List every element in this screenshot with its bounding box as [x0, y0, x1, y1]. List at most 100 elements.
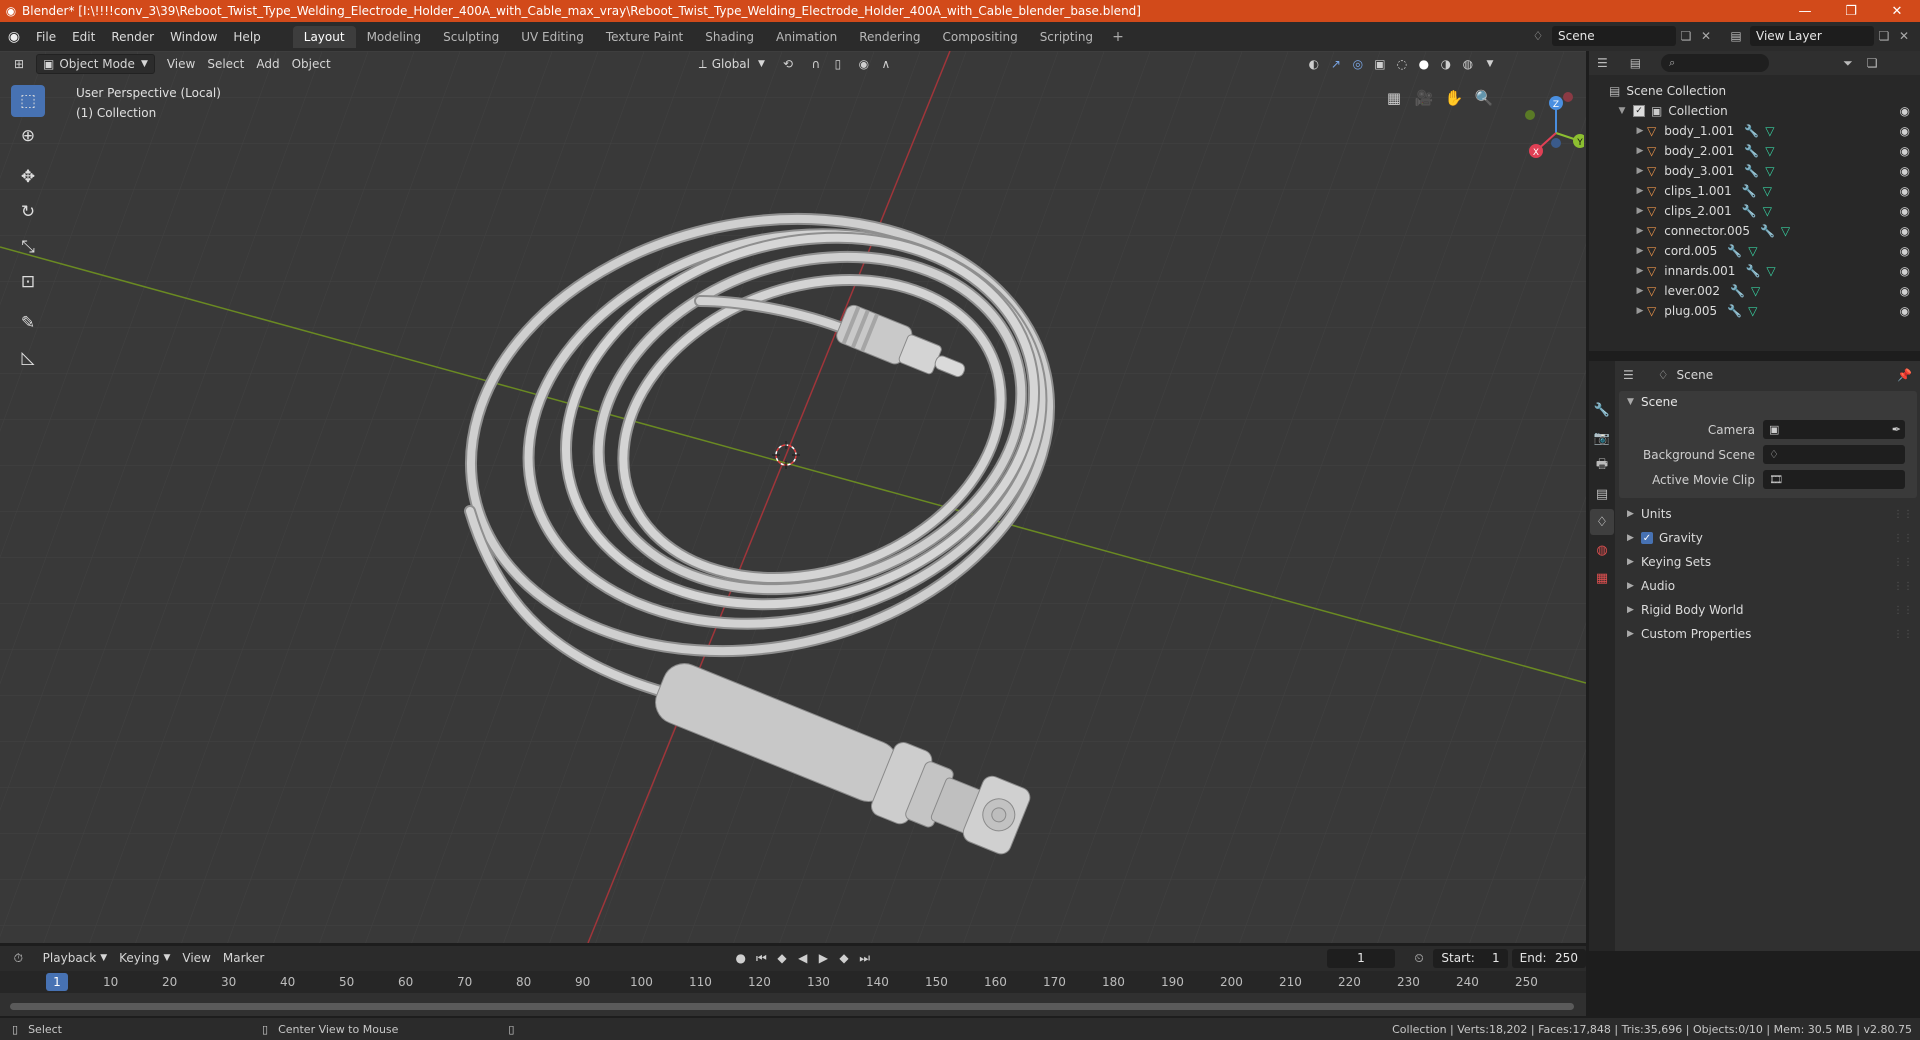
restore-button[interactable]: ❐: [1828, 0, 1874, 22]
scene-tab-icon[interactable]: ♢: [1590, 509, 1614, 535]
list-item[interactable]: ▶ ▽ connector.005 🔧 ▽ ◉: [1589, 221, 1920, 241]
add-workspace-button[interactable]: +: [1104, 29, 1132, 45]
gravity-checkbox[interactable]: ✓: [1641, 532, 1653, 544]
drag-grip-icon[interactable]: ⋮⋮: [1893, 605, 1913, 616]
keying-sets-panel[interactable]: ▶ Keying Sets ⋮⋮: [1619, 550, 1917, 574]
tab-texture-paint[interactable]: Texture Paint: [595, 26, 694, 48]
minimize-button[interactable]: —: [1782, 0, 1828, 22]
drag-grip-icon[interactable]: ⋮⋮: [1893, 557, 1913, 568]
mesh-data-icon[interactable]: ▽: [1765, 164, 1774, 178]
list-item[interactable]: ▶ ▽ body_3.001 🔧 ▽ ◉: [1589, 161, 1920, 181]
snap-magnet-icon[interactable]: ∩: [805, 54, 827, 74]
mesh-data-icon[interactable]: ▽: [1765, 124, 1774, 138]
jump-end-icon[interactable]: ⏭: [854, 948, 875, 968]
measure-tool-icon[interactable]: ◺: [11, 342, 45, 374]
select-box-tool-icon[interactable]: ⬚: [11, 85, 45, 117]
outliner-search-input[interactable]: ⌕: [1661, 54, 1770, 72]
expand-arrow-icon[interactable]: ▶: [1633, 146, 1647, 156]
mesh-data-icon[interactable]: ▽: [1763, 184, 1772, 198]
scene-icon[interactable]: ♢: [1524, 29, 1552, 43]
viewport-menu-view[interactable]: View: [161, 54, 201, 74]
list-item[interactable]: ▶ ▽ innards.001 🔧 ▽ ◉: [1589, 261, 1920, 281]
timeline-scrollbar[interactable]: [10, 1003, 1574, 1010]
mesh-data-icon[interactable]: ▽: [1765, 144, 1774, 158]
eye-icon[interactable]: ◉: [1900, 164, 1910, 178]
properties-editor-type-icon[interactable]: ☰: [1623, 368, 1634, 382]
xray-toggle-icon[interactable]: ▣: [1369, 54, 1391, 74]
eye-icon[interactable]: ◉: [1900, 244, 1910, 258]
drag-grip-icon[interactable]: ⋮⋮: [1893, 581, 1913, 592]
eye-icon[interactable]: ◉: [1900, 304, 1910, 318]
tab-scripting[interactable]: Scripting: [1029, 26, 1104, 48]
camera-view-icon[interactable]: 🎥: [1410, 84, 1438, 112]
menu-window[interactable]: Window: [162, 30, 225, 44]
material-shading-icon[interactable]: ◑: [1435, 54, 1457, 74]
timeline-view-menu[interactable]: View: [176, 948, 216, 968]
list-item[interactable]: ▶ ▽ cord.005 🔧 ▽ ◉: [1589, 241, 1920, 261]
scene-remove-icon[interactable]: ✕: [1696, 29, 1716, 43]
expand-arrow-icon[interactable]: ▼: [1615, 106, 1629, 116]
filter-icon[interactable]: ⏷: [1843, 56, 1853, 71]
gizmo-toggle-icon[interactable]: ↗: [1325, 54, 1347, 74]
view-layer-icon[interactable]: ▤: [1722, 29, 1750, 43]
collection-row[interactable]: ▼ ✓ ▣ Collection ◉: [1589, 101, 1920, 121]
zoom-icon[interactable]: 🔍: [1470, 84, 1498, 112]
start-frame-field[interactable]: Start: 1: [1433, 948, 1508, 968]
pivot-point-icon[interactable]: ⟲: [777, 54, 799, 74]
end-frame-field[interactable]: End: 250: [1511, 948, 1586, 968]
tab-uv-editing[interactable]: UV Editing: [510, 26, 595, 48]
keying-menu[interactable]: Keying ▼: [113, 948, 176, 968]
modifier-wrench-icon[interactable]: 🔧: [1742, 184, 1757, 198]
mesh-data-icon[interactable]: ▽: [1763, 204, 1772, 218]
play-reverse-icon[interactable]: ◀: [792, 948, 813, 968]
drag-grip-icon[interactable]: ⋮⋮: [1893, 509, 1913, 520]
move-tool-icon[interactable]: ✥: [11, 161, 45, 193]
playback-menu[interactable]: Playback ▼: [37, 948, 113, 968]
scene-panel-header[interactable]: ▼ Scene: [1619, 391, 1917, 413]
world-tab-icon[interactable]: ◍: [1590, 537, 1614, 563]
tab-sculpting[interactable]: Sculpting: [432, 26, 510, 48]
tab-modeling[interactable]: Modeling: [356, 26, 433, 48]
view-layer-new-icon[interactable]: ❏: [1874, 29, 1894, 43]
record-icon[interactable]: ●: [730, 948, 751, 968]
wireframe-shading-icon[interactable]: ◌: [1391, 54, 1413, 74]
proportional-editing-icon[interactable]: ◉: [853, 54, 875, 74]
tab-layout[interactable]: Layout: [292, 25, 356, 48]
tab-rendering[interactable]: Rendering: [848, 26, 931, 48]
eye-icon[interactable]: ◉: [1900, 224, 1910, 238]
eye-icon[interactable]: ◉: [1900, 144, 1910, 158]
list-item[interactable]: ▶ ▽ plug.005 🔧 ▽ ◉: [1589, 301, 1920, 321]
pan-hand-icon[interactable]: ✋: [1440, 84, 1468, 112]
tab-shading[interactable]: Shading: [694, 26, 765, 48]
expand-arrow-icon[interactable]: ▶: [1633, 226, 1647, 236]
outliner-editor-type-icon[interactable]: ☰: [1597, 56, 1608, 70]
eye-icon[interactable]: ◉: [1900, 184, 1910, 198]
audio-panel[interactable]: ▶ Audio ⋮⋮: [1619, 574, 1917, 598]
tab-compositing[interactable]: Compositing: [931, 26, 1028, 48]
view-layer-remove-icon[interactable]: ✕: [1894, 29, 1914, 43]
eye-icon[interactable]: ◉: [1900, 124, 1910, 138]
active-movie-clip-field[interactable]: 🎞: [1763, 470, 1905, 489]
modifier-wrench-icon[interactable]: 🔧: [1744, 124, 1759, 138]
eye-icon[interactable]: ◉: [1900, 264, 1910, 278]
mesh-data-icon[interactable]: ▽: [1751, 284, 1760, 298]
menu-help[interactable]: Help: [225, 30, 268, 44]
expand-arrow-icon[interactable]: ▶: [1633, 246, 1647, 256]
expand-arrow-icon[interactable]: ▶: [1633, 186, 1647, 196]
eye-icon[interactable]: ◉: [1900, 104, 1910, 118]
texture-tab-icon[interactable]: ▦: [1590, 565, 1614, 591]
current-frame-indicator[interactable]: 1: [46, 973, 68, 991]
eye-icon[interactable]: ◉: [1900, 204, 1910, 218]
drag-grip-icon[interactable]: ⋮⋮: [1893, 629, 1913, 640]
transform-tool-icon[interactable]: ⊡: [11, 266, 45, 298]
scene-collection-row[interactable]: ▤ Scene Collection: [1589, 81, 1920, 101]
tool-tab-icon[interactable]: 🔧: [1590, 397, 1614, 423]
eyedropper-icon[interactable]: ✒: [1892, 423, 1901, 436]
viewport-menu-add[interactable]: Add: [250, 54, 285, 74]
units-panel[interactable]: ▶ Units ⋮⋮: [1619, 502, 1917, 526]
scene-new-icon[interactable]: ❏: [1676, 29, 1696, 43]
expand-arrow-icon[interactable]: ▶: [1633, 126, 1647, 136]
tab-animation[interactable]: Animation: [765, 26, 848, 48]
expand-arrow-icon[interactable]: ▶: [1633, 166, 1647, 176]
marker-menu[interactable]: Marker: [217, 948, 270, 968]
